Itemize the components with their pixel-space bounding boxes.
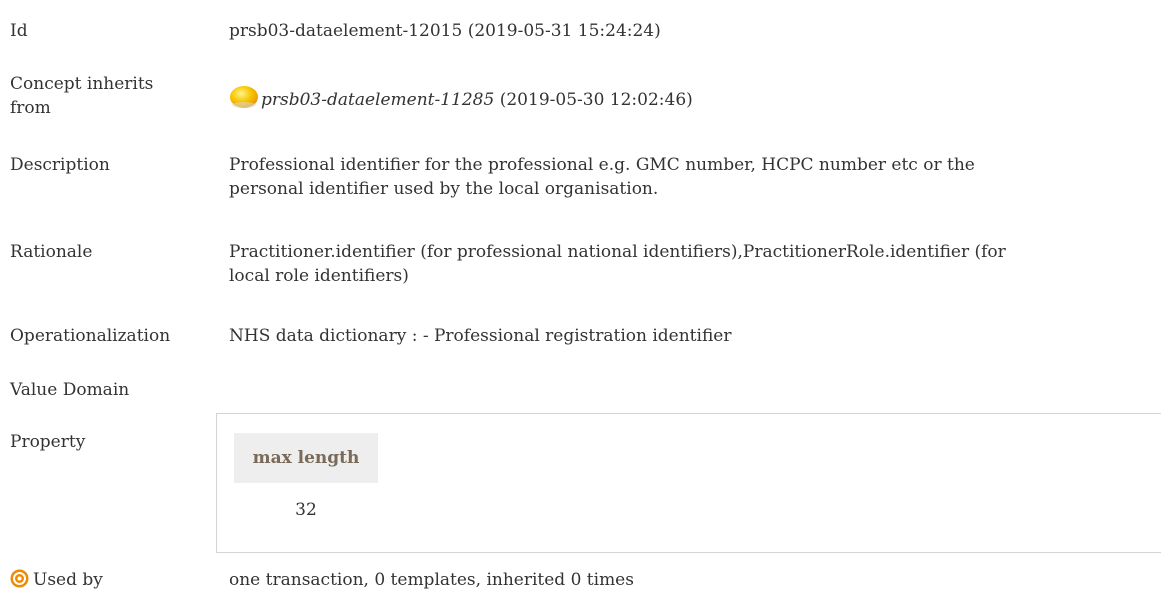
yellow-circle-icon — [229, 85, 259, 111]
operationalization-label: Operationalization — [10, 326, 171, 346]
property-label: Property — [10, 432, 86, 452]
rationale-value: Practitioner.identifier (for professiona… — [229, 240, 1141, 288]
description-line2: personal identifier used by the local or… — [229, 179, 659, 199]
inherits-label-line2: from — [10, 98, 51, 118]
description-value: Professional identifier for the professi… — [229, 153, 1141, 201]
used-by-label: Used by — [33, 570, 103, 590]
inherits-label: Concept inherits from — [10, 72, 215, 120]
operationalization-value: NHS data dictionary : - Professional reg… — [229, 326, 732, 346]
inherits-label-line1: Concept inherits — [10, 74, 154, 94]
id-value: prsb03-dataelement-12015 (2019-05-31 15:… — [229, 21, 661, 41]
property-table: max length 32 — [216, 413, 1161, 553]
description-label: Description — [10, 155, 110, 175]
property-header-max-length: max length — [234, 433, 378, 483]
rationale-line1: Practitioner.identifier (for professiona… — [229, 242, 1006, 262]
inherits-ref-id[interactable]: prsb03-dataelement-11285 — [261, 90, 494, 110]
value-domain-label: Value Domain — [10, 380, 130, 400]
inherits-ref-date: (2019-05-30 12:02:46) — [499, 90, 693, 110]
rationale-line2: local role identifiers) — [229, 266, 409, 286]
used-by-label-wrap: Used by — [10, 568, 215, 592]
rationale-label: Rationale — [10, 242, 93, 262]
description-line1: Professional identifier for the professi… — [229, 155, 975, 175]
used-by-value: one transaction, 0 templates, inherited … — [229, 570, 634, 590]
inherits-value: prsb03-dataelement-11285 (2019-05-30 12:… — [229, 85, 1141, 112]
target-icon — [10, 569, 29, 588]
property-value-max-length: 32 — [295, 500, 317, 520]
id-label: Id — [10, 21, 28, 41]
